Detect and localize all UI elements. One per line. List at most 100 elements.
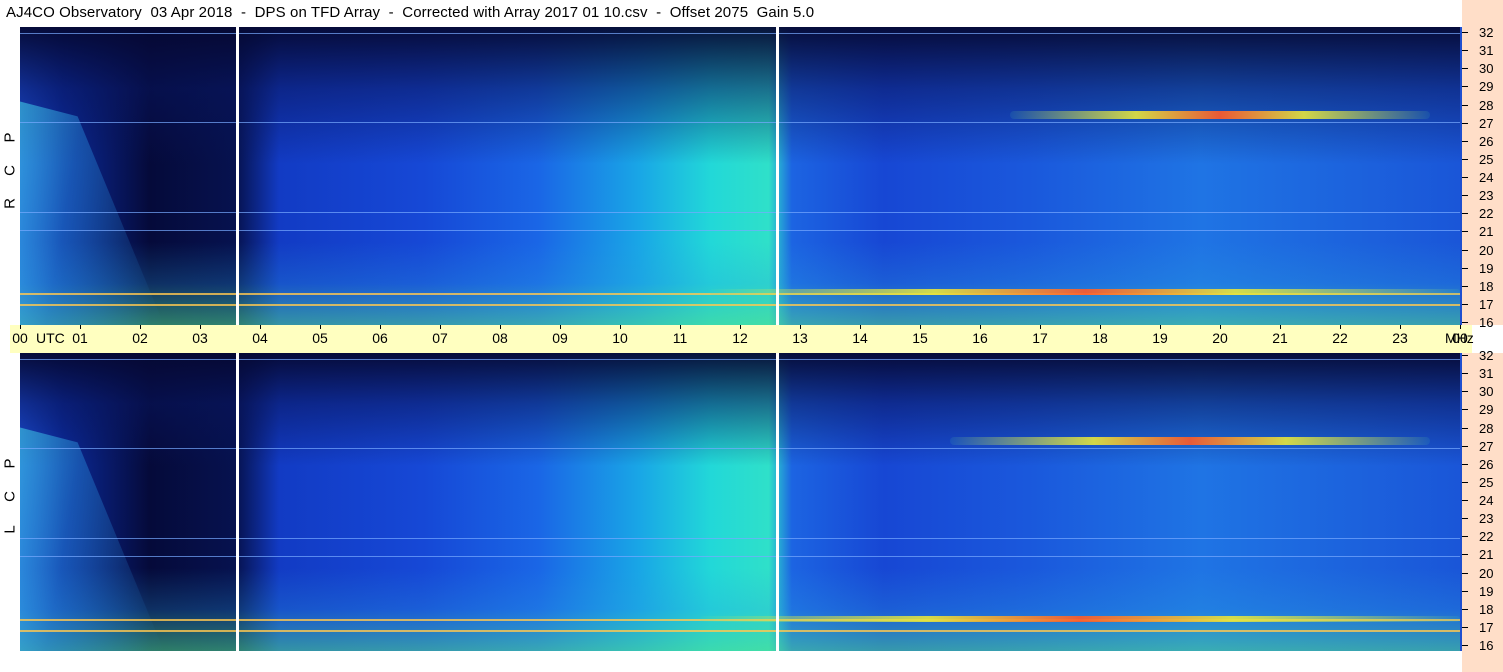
frequency-tick-mark: [1462, 463, 1468, 465]
time-tick-mark: [980, 325, 981, 329]
frequency-tick-label: 23: [1479, 511, 1494, 527]
time-tick-mark: [80, 325, 81, 329]
frequency-tick-label: 24: [1479, 170, 1494, 185]
frequency-tick-mark: [1462, 86, 1468, 88]
frequency-tick-mark: [1462, 481, 1468, 483]
time-tick-label: 13: [792, 330, 808, 346]
time-tick-mark: [1220, 325, 1221, 329]
time-tick-label: 20: [1212, 330, 1228, 346]
time-tick-label: 21: [1272, 330, 1288, 346]
time-tick-mark: [380, 325, 381, 329]
time-tick-label: 07: [432, 330, 448, 346]
frequency-tick-mark: [1462, 50, 1468, 52]
emission-band: [710, 289, 1460, 295]
frequency-unit-label: MHz: [1445, 330, 1474, 346]
emission-band: [950, 437, 1430, 445]
time-tick-label: 02: [132, 330, 148, 346]
frequency-tick-mark: [1462, 427, 1468, 429]
frequency-tick-label: 31: [1479, 366, 1494, 382]
frequency-tick-mark: [1462, 590, 1468, 592]
time-tick-mark: [800, 325, 801, 329]
frequency-tick-mark: [1462, 645, 1468, 646]
time-tick-label: 09: [552, 330, 568, 346]
frequency-tick-label: 31: [1479, 43, 1494, 59]
polarization-letter: P: [1, 132, 19, 143]
frequency-tick-mark: [1462, 32, 1468, 33]
data-gap-line: [776, 27, 779, 325]
time-tick-mark: [1160, 325, 1161, 329]
frequency-tick-label: 30: [1479, 384, 1494, 400]
emission-band: [1010, 111, 1430, 119]
frequency-tick-mark: [1462, 322, 1468, 323]
frequency-tick-mark: [1462, 158, 1468, 160]
time-tick-mark: [20, 325, 21, 329]
frequency-tick-mark: [1462, 140, 1468, 142]
frequency-tick-mark: [1462, 213, 1468, 215]
frequency-tick-mark: [1462, 518, 1468, 520]
frequency-tick-label: 27: [1479, 438, 1494, 454]
frequency-tick-label: 23: [1479, 188, 1494, 204]
frequency-tick-mark: [1462, 554, 1468, 556]
frequency-tick-label: 18: [1479, 278, 1494, 294]
frequency-tick-mark: [1462, 500, 1468, 501]
polarization-letter: L: [1, 525, 19, 534]
time-tick-mark: [920, 325, 921, 329]
time-tick-mark: [560, 325, 561, 329]
frequency-tick-mark: [1462, 177, 1468, 178]
time-tick-mark: [740, 325, 741, 329]
time-tick-mark: [680, 325, 681, 329]
time-tick-mark: [320, 325, 321, 329]
time-tick-mark: [500, 325, 501, 329]
time-tick-mark: [440, 325, 441, 329]
frequency-tick-label: 16: [1479, 638, 1494, 653]
frequency-tick-label: 29: [1479, 402, 1494, 418]
frequency-tick-label: 28: [1479, 97, 1494, 113]
chart-title: AJ4CO Observatory 03 Apr 2018 - DPS on T…: [6, 4, 815, 21]
time-tick-mark: [140, 325, 141, 329]
frequency-tick-mark: [1462, 231, 1468, 233]
time-tick-label: 18: [1092, 330, 1108, 346]
frequency-tick-mark: [1462, 104, 1468, 106]
time-tick-label: 19: [1152, 330, 1168, 346]
frequency-tick-mark: [1462, 373, 1468, 375]
frequency-tick-label: 28: [1479, 420, 1494, 436]
frequency-tick-mark: [1462, 249, 1468, 251]
frequency-tick-label: 26: [1479, 133, 1494, 149]
time-tick-label: 00: [12, 330, 28, 346]
frequency-tick-label: 21: [1479, 547, 1494, 563]
time-unit-label: UTC: [36, 330, 65, 346]
frequency-tick-label: 21: [1479, 224, 1494, 240]
time-tick-label: 17: [1032, 330, 1048, 346]
time-tick-mark: [620, 325, 621, 329]
polarization-letter: P: [1, 458, 19, 469]
lcp-spectrogram-panel: [20, 353, 1460, 651]
frequency-tick-label: 30: [1479, 61, 1494, 77]
time-tick-mark: [1460, 325, 1461, 329]
frequency-tick-mark: [1462, 195, 1468, 197]
time-tick-label: 04: [252, 330, 268, 346]
frequency-tick-label: 26: [1479, 456, 1494, 472]
frequency-axis-lcp: 32 31 30 29 28 27 26 25 24 23 22 21 20 19 18 17 16: [1462, 349, 1503, 672]
frequency-tick-label: 18: [1479, 601, 1494, 617]
time-tick-label: 23: [1392, 330, 1408, 346]
frequency-tick-label: 32: [1479, 348, 1494, 363]
frequency-tick-label: 29: [1479, 79, 1494, 95]
time-tick-label: 12: [732, 330, 748, 346]
data-gap-line: [236, 27, 239, 325]
frequency-tick-label: 19: [1479, 583, 1494, 599]
data-gap-line: [776, 353, 779, 651]
frequency-tick-mark: [1462, 267, 1468, 269]
frequency-tick-label: 22: [1479, 529, 1494, 545]
frequency-tick-mark: [1462, 572, 1468, 574]
frequency-tick-label: 20: [1479, 565, 1494, 581]
frequency-tick-mark: [1462, 122, 1468, 124]
rcp-spectrogram-panel: [20, 27, 1460, 325]
frequency-tick-mark: [1462, 536, 1468, 538]
lcp-label: P C L: [1, 456, 19, 555]
frequency-tick-label: 24: [1479, 493, 1494, 508]
frequency-tick-label: 25: [1479, 474, 1494, 490]
frequency-tick-label: 19: [1479, 260, 1494, 276]
polarization-letter: C: [1, 165, 19, 176]
time-tick-label: 06: [372, 330, 388, 346]
rcp-label: P C R: [1, 130, 19, 229]
